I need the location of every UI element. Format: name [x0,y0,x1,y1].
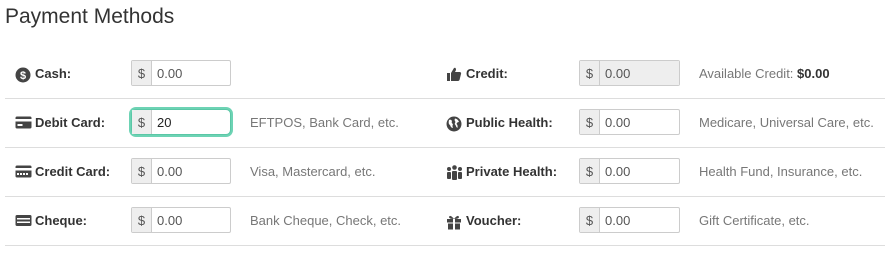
currency-addon: $ [580,208,600,232]
voucher-amount-value[interactable]: 0.00 [600,208,679,232]
cheque-amount-input[interactable]: $ 0.00 [131,207,231,233]
currency-addon: $ [132,110,152,134]
voucher-amount-input[interactable]: $ 0.00 [579,207,680,233]
cash-label: $ Cash: [15,49,71,98]
cheque-label: Cheque: [15,196,87,245]
private-health-amount-value[interactable]: 0.00 [600,159,679,183]
payment-row-credit-private: Credit Card: $ 0.00 Visa, Mastercard, et… [5,147,885,197]
debit-card-label: Debit Card: [15,98,105,147]
currency-addon: $ [580,61,600,85]
credit-label: Credit: [446,49,508,98]
private-health-hint: Health Fund, Insurance, etc. [699,164,863,179]
thumbs-up-icon [446,67,463,81]
currency-addon: $ [580,110,600,134]
cash-amount-value[interactable]: 0.00 [152,61,230,85]
payment-row-cheque-voucher: Cheque: $ 0.00 Bank Cheque, Check, etc. … [5,196,885,246]
debit-card-amount-value[interactable]: 20 [152,110,230,134]
credit-card-label: Credit Card: [15,147,110,196]
available-credit-value: $0.00 [797,66,830,81]
currency-addon: $ [132,61,152,85]
public-health-amount-value[interactable]: 0.00 [600,110,679,134]
cheque-amount-value[interactable]: 0.00 [152,208,230,232]
private-health-label: Private Health: [446,147,557,196]
available-credit-text: Available Credit: $0.00 [699,49,830,98]
cheque-hint: Bank Cheque, Check, etc. [250,213,402,228]
payment-row-cash-credit: $ Cash: $ 0.00 Credit: $ 0.00 Available … [5,49,885,99]
page-title: Payment Methods [5,5,175,28]
credit-card-amount-value[interactable]: 0.00 [152,159,230,183]
credit-amount-value[interactable]: 0.00 [600,61,679,85]
public-health-hint: Medicare, Universal Care, etc. [699,115,874,130]
dollar-circle-icon: $ [15,67,32,82]
debit-card-hint: EFTPOS, Bank Card, etc. [250,115,399,130]
cheque-icon [15,214,32,228]
people-icon [446,164,463,180]
cash-amount-input[interactable]: $ 0.00 [131,60,231,86]
currency-addon: $ [580,159,600,183]
voucher-label: Voucher: [446,196,521,245]
credit-card-hint: Visa, Mastercard, etc. [250,164,376,179]
public-health-label: Public Health: [446,98,553,147]
currency-addon: $ [132,208,152,232]
available-credit-label: Available Credit: [699,66,794,81]
credit-amount-input[interactable]: $ 0.00 [579,60,680,86]
gift-icon [446,214,463,229]
voucher-hint: Gift Certificate, etc. [699,213,810,228]
public-health-amount-input[interactable]: $ 0.00 [579,109,680,135]
currency-addon: $ [132,159,152,183]
payment-row-debit-public: Debit Card: $ 20 EFTPOS, Bank Card, etc.… [5,98,885,148]
card-icon [15,116,32,130]
private-health-amount-input[interactable]: $ 0.00 [579,158,680,184]
credit-card-amount-input[interactable]: $ 0.00 [131,158,231,184]
credit-card-icon [15,165,32,179]
debit-card-amount-input[interactable]: $ 20 [131,109,231,135]
globe-icon [446,116,463,131]
svg-text:$: $ [20,70,26,82]
